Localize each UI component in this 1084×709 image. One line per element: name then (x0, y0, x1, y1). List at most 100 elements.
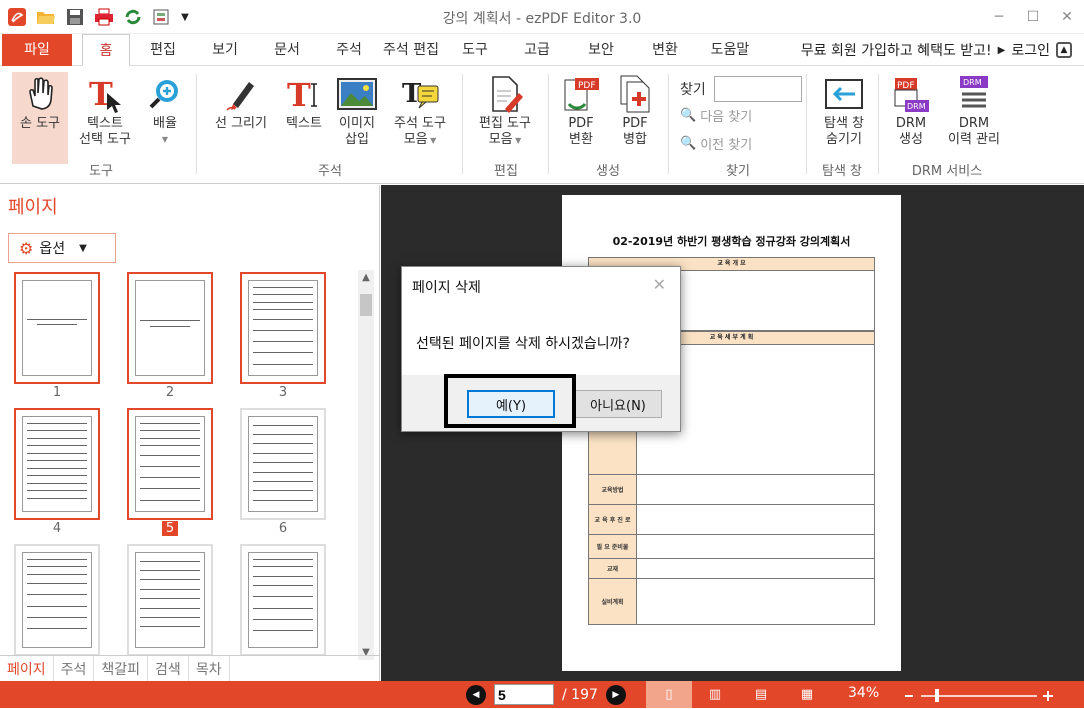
drm-history-button[interactable]: DRM DRM 이력 관리 (940, 72, 1008, 148)
yes-button-highlight (444, 374, 576, 428)
panel-tabs: 페이지 주석 책갈피 검색 목차 (0, 655, 380, 681)
page-thumbnail-selected[interactable] (127, 408, 213, 520)
pen-icon (206, 72, 276, 116)
pdf-convert-label-1: PDF (568, 116, 594, 131)
pdf-merge-label-1: PDF (622, 116, 648, 131)
insert-image-button[interactable]: 이미지 삽입 (334, 72, 380, 148)
tab-file[interactable]: 파일 (2, 34, 72, 66)
hand-tool-button[interactable]: 손 도구 (12, 72, 68, 164)
thumbnail-list: 1 2 3 4 5 6 (0, 270, 358, 660)
draw-line-button[interactable]: 선 그리기 (206, 72, 276, 132)
tab-edit[interactable]: 편집 (140, 34, 186, 66)
next-page-icon[interactable]: ▶ (605, 684, 626, 705)
text-button[interactable]: T 텍스트 (280, 72, 328, 132)
continuous-view-icon[interactable]: ▤ (738, 681, 784, 708)
page-number-input[interactable] (494, 684, 554, 705)
scrollbar-thumb[interactable] (360, 294, 372, 316)
continuous-two-page-view-icon[interactable]: ▦ (784, 681, 830, 708)
annotation-tools-button[interactable]: T 주석 도구 모음 ▼ (386, 72, 454, 149)
insert-image-label-1: 이미지 (339, 116, 375, 131)
text-select-tool-button[interactable]: T 텍스트 선택 도구 (70, 72, 140, 148)
page-thumbnail[interactable] (127, 272, 213, 384)
pdf-convert-label-2: 변환 (569, 132, 593, 147)
page-panel: 페이지 ⚙ 옵션 ▼ 1 2 3 4 5 6 ▲ ▼ 페이지 주석 책갈피 검색… (0, 185, 380, 681)
tab-help[interactable]: 도움말 (702, 34, 758, 66)
thumbnail-scrollbar[interactable]: ▲ ▼ (358, 270, 374, 660)
find-next-label: 다음 찾기 (700, 110, 753, 125)
image-icon (334, 72, 380, 116)
page-thumbnail[interactable] (14, 272, 100, 384)
tab-advanced[interactable]: 고급 (514, 34, 560, 66)
tab-annotation[interactable]: 주석 (326, 34, 372, 66)
svg-text:T: T (287, 76, 311, 112)
annotation-icon: T (386, 72, 454, 116)
table-row: 교육방법 (588, 475, 875, 505)
zoom-button[interactable]: 배율 ▼ (142, 72, 188, 148)
ribbon: 손 도구 T 텍스트 선택 도구 배율 ▼ 도구 선 그리기 T 텍스트 이미지… (0, 66, 1084, 184)
page-thumbnail[interactable] (240, 544, 326, 656)
page-thumbnail[interactable] (14, 544, 100, 656)
document-viewer[interactable]: 02-2019년 하반기 평생학습 정규강좌 강의계획서 교 육 개 요 교 육… (381, 185, 1084, 681)
tab-home[interactable]: 홈 (82, 34, 130, 66)
tab-annotation-edit[interactable]: 주석 편집 (380, 34, 442, 66)
tab-convert[interactable]: 변환 (642, 34, 688, 66)
edit-tools-button[interactable]: 편집 도구 모음 ▼ (470, 72, 540, 149)
find-prev-button[interactable]: 🔍 이전 찾기 (680, 134, 752, 153)
dialog-close-icon[interactable]: ✕ (653, 275, 666, 294)
text-insert-icon: T (280, 72, 328, 116)
find-label: 찾기 (680, 82, 706, 98)
panel-tab-bookmarks[interactable]: 책갈피 (94, 656, 149, 681)
group-separator (196, 74, 197, 174)
panel-tab-pages[interactable]: 페이지 (0, 656, 54, 681)
find-next-icon: 🔍 (680, 108, 697, 123)
maximize-button[interactable]: ☐ (1016, 0, 1050, 34)
drm-create-button[interactable]: PDF DRM DRM 생성 (886, 72, 936, 148)
panel-tab-toc[interactable]: 목차 (189, 656, 230, 681)
page-thumbnail[interactable] (240, 272, 326, 384)
group-separator (548, 74, 549, 174)
find-prev-label: 이전 찾기 (700, 138, 753, 153)
page-thumbnail[interactable] (240, 408, 326, 520)
page-thumbnail[interactable] (14, 408, 100, 520)
scroll-up-icon[interactable]: ▲ (358, 272, 374, 283)
find-input[interactable] (713, 76, 802, 102)
page-number-label: 2 (165, 385, 175, 400)
account-icon[interactable]: ▲ (1056, 42, 1072, 58)
tab-view[interactable]: 보기 (202, 34, 248, 66)
drm-create-icon: PDF DRM (886, 72, 936, 116)
nav-pane-icon (812, 72, 876, 116)
play-icon: ▶ (997, 44, 1006, 56)
no-button[interactable]: 아니요(N) (574, 390, 662, 418)
tab-tools[interactable]: 도구 (452, 34, 498, 66)
options-button[interactable]: ⚙ 옵션 ▼ (8, 233, 116, 263)
zoom-slider[interactable] (903, 685, 1055, 705)
insert-image-label-2: 삽입 (345, 132, 369, 147)
tab-document[interactable]: 문서 (264, 34, 310, 66)
window-controls: ─ ☐ ✕ (982, 0, 1084, 34)
nav-pane-hide-button[interactable]: 탐색 창 숨기기 (812, 72, 876, 148)
panel-tab-search[interactable]: 검색 (148, 656, 189, 681)
pdf-convert-button[interactable]: PDF PDF 변환 (556, 72, 606, 148)
prev-page-icon[interactable]: ◀ (466, 684, 486, 705)
minimize-button[interactable]: ─ (982, 0, 1016, 34)
single-page-view-icon[interactable]: ▯ (646, 681, 692, 708)
page-thumbnail[interactable] (127, 544, 213, 656)
svg-text:DRM: DRM (963, 78, 982, 87)
promo-link[interactable]: 무료 회원 가입하고 혜택도 받고! (801, 40, 992, 60)
drm-history-label-2: 이력 관리 (948, 132, 1000, 147)
close-button[interactable]: ✕ (1050, 0, 1084, 34)
find-next-button[interactable]: 🔍 다음 찾기 (680, 106, 752, 125)
pdf-merge-button[interactable]: PDF 병합 (612, 72, 658, 148)
nav-pane-label-1: 탐색 창 (823, 116, 864, 131)
login-button[interactable]: 로그인 (1011, 40, 1050, 60)
two-page-view-icon[interactable]: ▥ (692, 681, 738, 708)
group-separator (806, 74, 807, 174)
find-prev-icon: 🔍 (680, 136, 697, 151)
menu-bar: 파일 홈 편집 보기 문서 주석 주석 편집 도구 고급 보안 변환 도움말 무… (0, 34, 1084, 66)
page-navigation: ◀ / 197 ▶ (466, 684, 626, 705)
document-title: 02-2019년 하반기 평생학습 정규강좌 강의계획서 (612, 235, 851, 248)
panel-tab-annotations[interactable]: 주석 (54, 656, 95, 681)
tab-security[interactable]: 보안 (578, 34, 624, 66)
login-area: 무료 회원 가입하고 혜택도 받고! ▶ 로그인 ▲ (801, 34, 1072, 66)
status-bar: ◀ / 197 ▶ ▯ ▥ ▤ ▦ 34% (0, 681, 1084, 708)
